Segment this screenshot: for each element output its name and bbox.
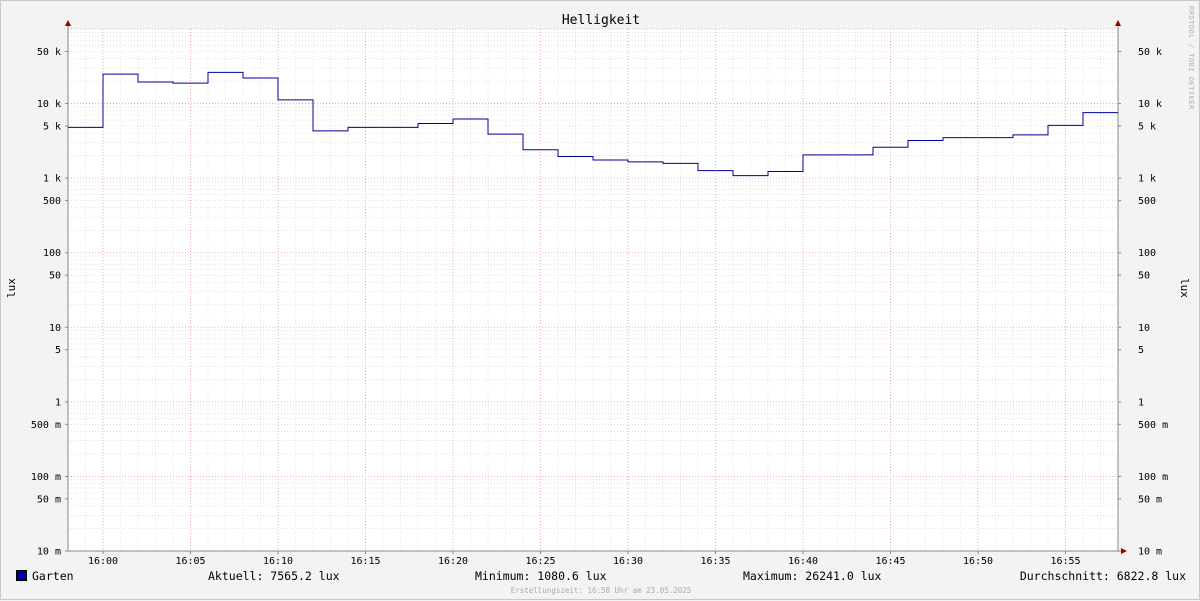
y-tick-label-left: 500 xyxy=(43,196,61,207)
y-tick-label-left: 10 xyxy=(49,323,61,334)
y-tick-label-right: 1 k xyxy=(1138,174,1156,185)
y-tick-label-left: 1 xyxy=(55,397,61,408)
y-tick-label-left: 50 xyxy=(49,271,61,282)
legend-series-name: Garten xyxy=(32,569,74,583)
x-tick-label: 16:50 xyxy=(963,556,993,567)
y-tick-label-right: 500 m xyxy=(1138,420,1168,431)
y-axis-arrow-left xyxy=(65,20,71,26)
chart-title: Helligkeit xyxy=(562,13,640,28)
y-tick-label-left: 500 m xyxy=(31,420,61,431)
x-tick-label: 16:40 xyxy=(788,556,818,567)
y-tick-label-right: 1 xyxy=(1138,397,1144,408)
y-tick-label-right: 500 xyxy=(1138,196,1156,207)
y-tick-label-right: 50 xyxy=(1138,271,1150,282)
y-tick-label-right: 100 m xyxy=(1138,472,1168,483)
y-tick-label-right: 10 k xyxy=(1138,99,1162,110)
y-tick-label-right: 5 k xyxy=(1138,122,1156,133)
y-axis-label-right: lux xyxy=(1178,278,1191,298)
x-tick-label: 16:20 xyxy=(438,556,468,567)
y-tick-label-left: 50 k xyxy=(37,47,61,58)
y-tick-label-right: 10 xyxy=(1138,323,1150,334)
y-tick-label-right: 50 m xyxy=(1138,494,1162,505)
y-tick-label-left: 50 m xyxy=(37,494,61,505)
y-tick-label-left: 10 k xyxy=(37,99,61,110)
watermark: RRDTOOL / TOBI OETIKER xyxy=(1187,6,1195,110)
y-tick-label-right: 5 xyxy=(1138,345,1144,356)
y-axis-label-left: lux xyxy=(5,278,18,298)
y-tick-label-left: 100 m xyxy=(31,472,61,483)
y-tick-label-left: 100 xyxy=(43,248,61,259)
y-axis-arrow-right xyxy=(1115,20,1121,26)
y-tick-label-left: 5 k xyxy=(43,122,61,133)
legend: Garten Aktuell: 7565.2 lux Minimum: 1080… xyxy=(16,569,1186,585)
x-tick-label: 16:30 xyxy=(613,556,643,567)
x-tick-label: 16:00 xyxy=(88,556,118,567)
x-axis-arrow xyxy=(1121,548,1127,554)
x-tick-label: 16:25 xyxy=(525,556,555,567)
x-ticks: 16:00 16:05 16:10 16:15 16:20 16:25 16:30 16:35… xyxy=(88,551,1081,567)
chart-frame: 10 m 50 m 100 m 500 m 1 5 10 50 100 500 1 k 5 k 10 k… xyxy=(0,0,1200,600)
y-ticks-left: 10 m 50 m 100 m 500 m 1 5 10 50 100 500 1 k 5 k 10 k… xyxy=(31,47,68,558)
x-tick-label: 16:10 xyxy=(263,556,293,567)
legend-average: Durchschnitt: 6822.8 lux xyxy=(1019,569,1186,583)
y-ticks-right: 10 m 50 m 100 m 500 m 1 5 10 50 100 500 1 k 5 k 10 k… xyxy=(1118,47,1168,558)
x-tick-label: 16:45 xyxy=(875,556,905,567)
y-tick-label-left: 10 m xyxy=(37,547,61,558)
x-tick-label: 16:55 xyxy=(1050,556,1080,567)
legend-current: Aktuell: 7565.2 lux xyxy=(208,569,340,583)
chart-svg: 10 m 50 m 100 m 500 m 1 5 10 50 100 500 1 k 5 k 10 k… xyxy=(5,6,1195,567)
y-tick-label-left: 1 k xyxy=(43,174,61,185)
y-tick-label-right: 10 m xyxy=(1138,547,1162,558)
y-tick-label-right: 50 k xyxy=(1138,47,1162,58)
legend-swatch-garten xyxy=(16,570,27,581)
x-tick-label: 16:15 xyxy=(350,556,380,567)
footer-timestamp: Erstellungszeit: 16:58 Uhr am 23.05.2025 xyxy=(510,586,692,595)
y-tick-label-left: 5 xyxy=(55,345,61,356)
x-tick-label: 16:05 xyxy=(175,556,205,567)
legend-minimum: Minimum: 1080.6 lux xyxy=(475,569,607,583)
y-tick-label-right: 100 xyxy=(1138,248,1156,259)
x-tick-label: 16:35 xyxy=(700,556,730,567)
legend-item-garten: Garten xyxy=(16,569,74,583)
legend-maximum: Maximum: 26241.0 lux xyxy=(743,569,882,583)
